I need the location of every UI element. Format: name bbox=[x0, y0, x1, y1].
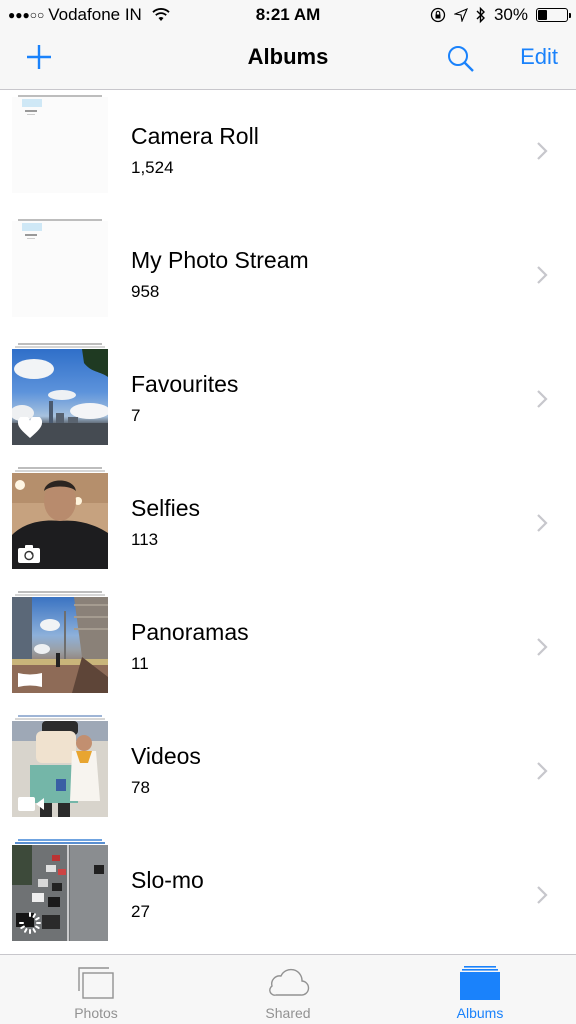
stack-edge bbox=[18, 467, 102, 469]
album-row-favourites[interactable]: Favourites 7 bbox=[0, 339, 576, 463]
album-thumbnail-stack bbox=[12, 715, 108, 817]
chevron-right-icon bbox=[537, 514, 548, 532]
chevron-right-icon bbox=[537, 266, 548, 284]
album-row-panoramas[interactable]: Panoramas 11 bbox=[0, 587, 576, 711]
album-thumbnail bbox=[12, 473, 108, 569]
tab-label: Shared bbox=[265, 1005, 311, 1021]
album-name: Panoramas bbox=[131, 619, 249, 645]
album-name: Favourites bbox=[131, 371, 239, 397]
front-camera-icon bbox=[18, 545, 40, 563]
album-thumbnail bbox=[12, 845, 108, 941]
album-count: 78 bbox=[131, 778, 150, 797]
album-thumbnail bbox=[12, 349, 108, 445]
album-count: 1,524 bbox=[131, 158, 174, 177]
album-row-selfies[interactable]: Selfies 113 bbox=[0, 463, 576, 587]
stack-edge bbox=[15, 594, 105, 596]
album-name: Slo-mo bbox=[131, 867, 204, 893]
chevron-right-icon bbox=[537, 886, 548, 904]
chevron-right-icon bbox=[537, 762, 548, 780]
battery-nub bbox=[569, 13, 571, 18]
album-count: 113 bbox=[131, 530, 159, 549]
page-title: Albums bbox=[247, 44, 329, 69]
album-row-slo-mo[interactable]: Slo-mo 27 bbox=[0, 835, 576, 959]
status-bar: ●●●○○ Vodafone IN 8:21 AM 30% bbox=[0, 0, 576, 30]
chevron-right-icon bbox=[537, 638, 548, 656]
plus-icon[interactable] bbox=[24, 42, 54, 72]
status-right: 30% bbox=[430, 5, 571, 25]
albums-icon bbox=[460, 966, 500, 1000]
video-camera-icon bbox=[18, 797, 44, 811]
edit-button[interactable]: Edit bbox=[520, 44, 558, 70]
album-thumbnail bbox=[12, 97, 108, 193]
stack-edge bbox=[18, 343, 102, 345]
bluetooth-icon bbox=[476, 6, 485, 24]
album-row-camera-roll[interactable]: Camera Roll 1,524 bbox=[0, 91, 576, 215]
album-row-my-photo-stream[interactable]: My Photo Stream 958 bbox=[0, 215, 576, 339]
tab-bar: Photos Shared Albums bbox=[0, 954, 576, 1024]
tab-shared[interactable]: Shared bbox=[192, 955, 384, 1024]
album-count: 958 bbox=[131, 282, 160, 301]
album-thumbnail bbox=[12, 221, 108, 317]
album-name: Camera Roll bbox=[131, 123, 259, 149]
battery-percent: 30% bbox=[493, 5, 528, 24]
album-name: Selfies bbox=[131, 495, 201, 521]
album-list: Camera Roll 1,524 My Photo Stream 958 Fa… bbox=[0, 91, 576, 959]
heart-icon bbox=[18, 417, 42, 438]
album-thumbnail-stack bbox=[12, 839, 108, 941]
tab-albums[interactable]: Albums bbox=[384, 955, 576, 1024]
location-icon bbox=[453, 8, 468, 22]
album-thumbnail bbox=[12, 721, 108, 817]
stack-edge bbox=[15, 842, 105, 844]
stack-edge bbox=[18, 839, 102, 841]
photos-icon bbox=[78, 967, 114, 999]
chevron-right-icon bbox=[537, 142, 548, 160]
tab-photos[interactable]: Photos bbox=[0, 955, 192, 1024]
stack-edge bbox=[18, 591, 102, 593]
stack-edge bbox=[15, 718, 105, 720]
album-name: Videos bbox=[131, 743, 201, 769]
album-thumbnail-stack bbox=[12, 591, 108, 693]
stack-edge bbox=[15, 346, 105, 348]
cloud-icon bbox=[269, 968, 310, 996]
stack-edge bbox=[18, 715, 102, 717]
album-count: 11 bbox=[131, 654, 149, 673]
battery-level bbox=[538, 10, 547, 20]
album-thumbnail-stack bbox=[12, 95, 108, 197]
album-count: 27 bbox=[131, 902, 150, 921]
album-thumbnail-stack bbox=[12, 467, 108, 569]
album-thumbnail-stack bbox=[12, 219, 108, 321]
search-icon[interactable] bbox=[446, 44, 476, 74]
album-count: 7 bbox=[131, 406, 141, 425]
panorama-icon bbox=[18, 673, 42, 687]
navigation-bar: Albums Edit bbox=[0, 30, 576, 90]
tab-label: Photos bbox=[74, 1005, 118, 1021]
album-thumbnail bbox=[12, 597, 108, 693]
rotation-lock-icon bbox=[430, 7, 446, 23]
album-name: My Photo Stream bbox=[131, 247, 309, 273]
album-row-videos[interactable]: Videos 78 bbox=[0, 711, 576, 835]
stack-edge bbox=[15, 470, 105, 472]
slomo-icon bbox=[19, 912, 41, 934]
battery-icon bbox=[536, 8, 571, 22]
album-thumbnail-stack bbox=[12, 343, 108, 445]
chevron-right-icon bbox=[537, 390, 548, 408]
tab-label: Albums bbox=[456, 1005, 504, 1021]
